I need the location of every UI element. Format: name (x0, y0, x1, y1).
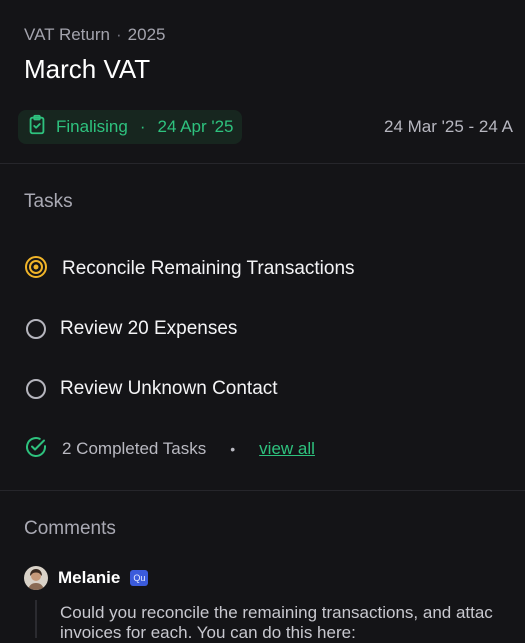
task-reconcile[interactable]: Reconcile Remaining Transactions (24, 255, 355, 284)
comment-thread-rule (35, 600, 37, 638)
task-label: Review 20 Expenses (60, 318, 238, 339)
target-icon (24, 255, 48, 284)
tasks-divider (0, 490, 525, 491)
status-label: Finalising (56, 117, 128, 136)
bullet-separator: • (230, 441, 236, 457)
comment-header: Melanie Qu (24, 565, 149, 591)
status-badge[interactable]: Finalising · 24 Apr '25 (18, 110, 242, 144)
completed-count: 2 Completed Tasks (62, 439, 207, 458)
page-title: March VAT (24, 54, 151, 84)
task-review-expenses[interactable]: Review 20 Expenses (24, 316, 237, 342)
tasks-heading: Tasks (24, 191, 73, 212)
avatar[interactable] (24, 566, 48, 590)
comment-line: Could you reconcile the remaining transa… (60, 603, 493, 622)
comment-line: invoices for each. You can do this here: (60, 623, 356, 642)
period-range: 24 Mar '25 - 24 A (384, 117, 513, 136)
status-separator: · (139, 117, 146, 136)
completed-tasks-row: 2 Completed Tasks • view all (24, 435, 315, 464)
comments-heading: Comments (24, 518, 116, 539)
comment-body: Could you reconcile the remaining transa… (60, 603, 525, 643)
task-review-contact[interactable]: Review Unknown Contact (24, 376, 278, 402)
comment-author: Melanie (58, 568, 121, 587)
task-label: Review Unknown Contact (60, 378, 278, 399)
status-date: 24 Apr '25 (157, 117, 234, 136)
header-divider (0, 163, 525, 164)
task-label: Reconcile Remaining Transactions (62, 258, 355, 279)
circle-icon[interactable] (26, 319, 46, 339)
page-subtitle: VAT Return · 2025 (24, 25, 165, 45)
circle-icon[interactable] (26, 379, 46, 399)
subtitle-year: 2025 (127, 25, 166, 44)
view-all-link[interactable]: view all (259, 439, 315, 459)
check-circle-icon (24, 435, 48, 464)
subtitle-prefix: VAT Return (24, 25, 110, 44)
clipboard-check-icon (26, 114, 48, 141)
author-badge: Qu (130, 570, 149, 586)
subtitle-separator: · (115, 25, 122, 44)
